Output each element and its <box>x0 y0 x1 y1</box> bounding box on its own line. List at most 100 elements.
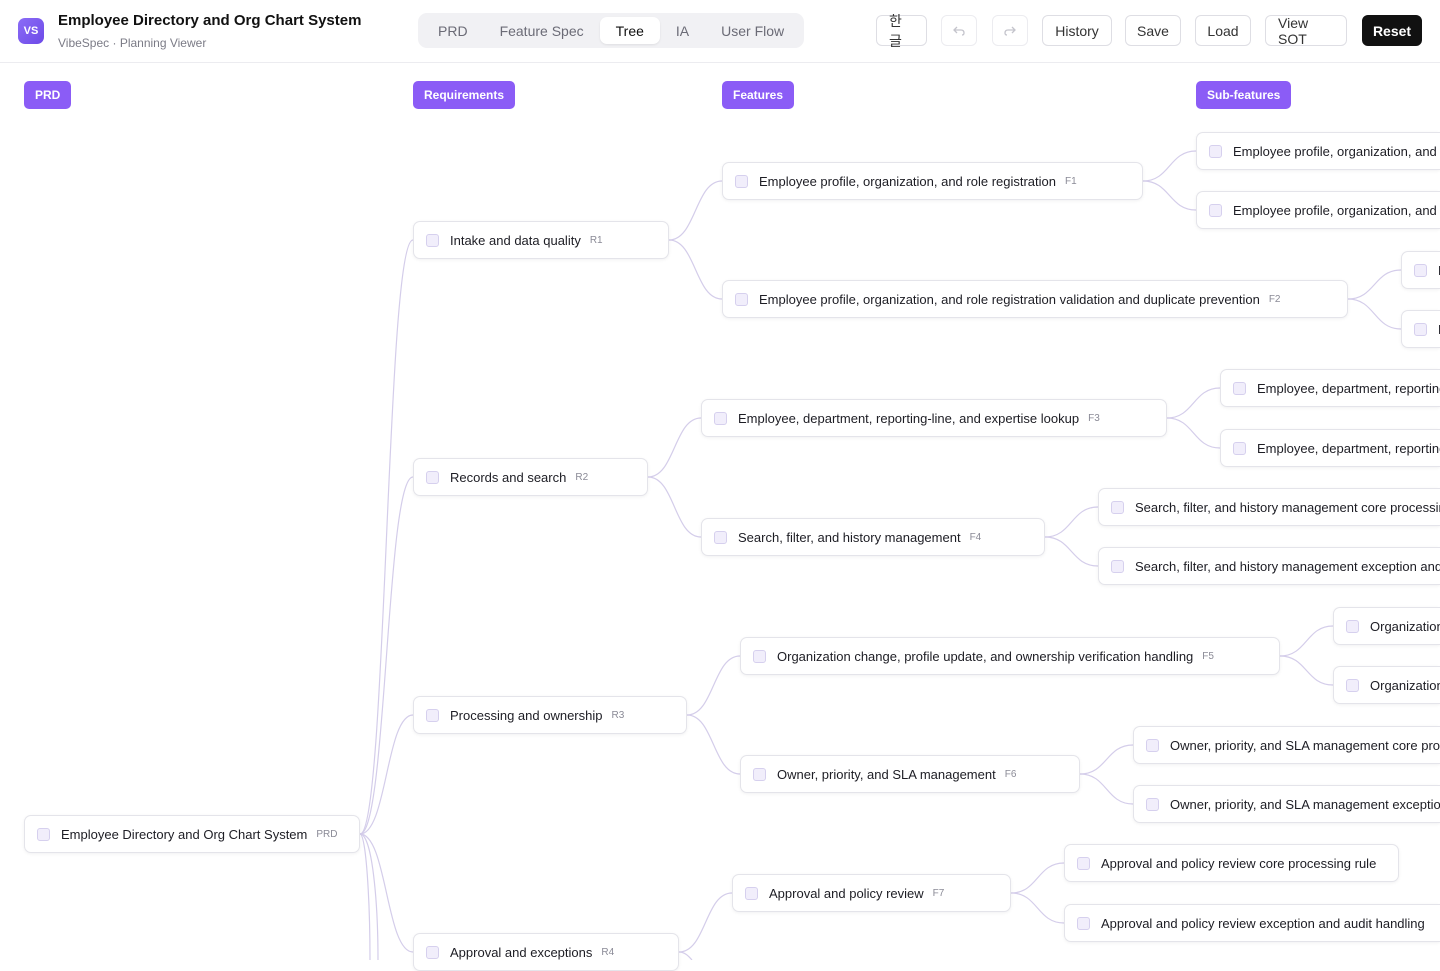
view-tabs: PRD Feature Spec Tree IA User Flow <box>418 13 805 48</box>
node-checkbox[interactable] <box>753 649 766 663</box>
node-label: Employee profile, organization, and r <box>1233 202 1440 218</box>
redo-arrow-icon <box>1004 26 1016 36</box>
node-label: Processing and ownership <box>450 707 603 723</box>
tree-node-requirement[interactable]: Approval and exceptions R4 <box>413 933 679 971</box>
tree-node-feature[interactable]: Employee, department, reporting-line, an… <box>701 399 1167 437</box>
tree-node-feature[interactable]: Search, filter, and history management F… <box>701 518 1045 556</box>
node-checkbox[interactable] <box>1209 203 1222 217</box>
node-label: Organization <box>1370 677 1440 693</box>
node-checkbox[interactable] <box>1346 619 1359 633</box>
node-label: Search, filter, and history management <box>738 529 961 545</box>
tree-node-subfeature[interactable]: E <box>1401 251 1440 289</box>
node-label: Approval and policy review <box>769 885 924 901</box>
node-code: F5 <box>1202 650 1214 662</box>
node-code: F1 <box>1065 175 1077 187</box>
node-checkbox[interactable] <box>753 767 766 781</box>
tree-node-subfeature[interactable]: Organization <box>1333 607 1440 645</box>
node-checkbox[interactable] <box>1077 916 1090 930</box>
node-checkbox[interactable] <box>1111 559 1124 573</box>
node-checkbox[interactable] <box>1146 797 1159 811</box>
tree-node-requirement[interactable]: Processing and ownership R3 <box>413 696 687 734</box>
tree-node-requirement[interactable]: Records and search R2 <box>413 458 648 496</box>
node-checkbox[interactable] <box>735 292 748 306</box>
node-label: Search, filter, and history management c… <box>1135 499 1440 515</box>
node-checkbox[interactable] <box>745 886 758 900</box>
node-label: Owner, priority, and SLA management exce… <box>1170 796 1440 812</box>
column-label-requirements: Requirements <box>413 81 516 109</box>
node-checkbox[interactable] <box>37 827 50 841</box>
node-code: F4 <box>969 531 982 543</box>
node-checkbox[interactable] <box>426 470 439 484</box>
node-code: PRD <box>316 828 338 840</box>
tree-node-subfeature[interactable]: Approval and policy review core processi… <box>1064 844 1399 882</box>
tab-ia[interactable]: IA <box>660 17 705 44</box>
language-toggle-button[interactable]: 한글 <box>876 13 927 49</box>
tree-node-subfeature[interactable]: Employee profile, organization, and r <box>1196 191 1440 229</box>
tree-node-subfeature[interactable]: Employee, department, reporting <box>1220 429 1440 467</box>
node-checkbox[interactable] <box>1233 381 1246 395</box>
node-code: R3 <box>611 709 625 721</box>
node-checkbox[interactable] <box>714 411 727 425</box>
tree-node-subfeature[interactable]: E <box>1401 310 1440 348</box>
tree-node-feature[interactable]: Organization change, profile update, and… <box>740 637 1280 675</box>
node-label: Employee profile, organization, and role… <box>759 291 1260 307</box>
node-checkbox[interactable] <box>426 945 439 959</box>
app-subtitle: VibeSpec · Planning Viewer <box>58 36 207 50</box>
tab-feature-spec[interactable]: Feature Spec <box>484 17 600 44</box>
save-button[interactable]: Save <box>1125 15 1181 46</box>
node-checkbox[interactable] <box>1209 144 1222 158</box>
tab-user-flow[interactable]: User Flow <box>705 17 800 44</box>
tab-tree[interactable]: Tree <box>599 17 660 44</box>
history-button[interactable]: History <box>1042 15 1112 46</box>
tree-node-subfeature[interactable]: Owner, priority, and SLA management exce… <box>1133 785 1440 823</box>
tree-node-subfeature[interactable]: Employee, department, reporting <box>1220 369 1440 407</box>
tree-node-prd[interactable]: Employee Directory and Org Chart System … <box>24 815 360 853</box>
load-button[interactable]: Load <box>1195 15 1251 46</box>
tab-prd[interactable]: PRD <box>422 17 484 44</box>
node-checkbox[interactable] <box>1146 738 1159 752</box>
node-label: Approval and policy review core processi… <box>1101 855 1377 871</box>
node-code: R1 <box>589 234 603 246</box>
tree-node-feature[interactable]: Owner, priority, and SLA management F6 <box>740 755 1080 793</box>
node-checkbox[interactable] <box>1233 441 1246 455</box>
undo-button[interactable] <box>941 15 977 46</box>
app-header: VS Employee Directory and Org Chart Syst… <box>0 0 1440 63</box>
node-label: Employee Directory and Org Chart System <box>61 826 308 842</box>
tree-node-subfeature[interactable]: Search, filter, and history management e… <box>1098 547 1440 585</box>
node-checkbox[interactable] <box>1346 678 1359 692</box>
node-label: Employee, department, reporting-line, an… <box>738 410 1080 426</box>
view-sot-button[interactable]: View SOT <box>1265 15 1347 47</box>
node-checkbox[interactable] <box>426 708 439 722</box>
tree-node-feature[interactable]: Employee profile, organization, and role… <box>722 162 1143 200</box>
node-code: R2 <box>575 471 589 483</box>
node-checkbox[interactable] <box>1077 856 1090 870</box>
node-label: Owner, priority, and SLA management core… <box>1170 737 1440 753</box>
node-label: Organization change, profile update, and… <box>777 648 1194 664</box>
node-checkbox[interactable] <box>426 233 439 247</box>
tree-node-feature[interactable]: Approval and policy review F7 <box>732 874 1011 912</box>
node-label: Approval and policy review exception and… <box>1101 915 1425 931</box>
node-code: F3 <box>1088 412 1100 424</box>
tree-node-subfeature[interactable]: Organization <box>1333 666 1440 704</box>
tree-node-subfeature[interactable]: Employee profile, organization, and r <box>1196 132 1440 170</box>
node-checkbox[interactable] <box>1414 322 1427 336</box>
node-checkbox[interactable] <box>1111 500 1124 514</box>
tree-node-subfeature[interactable]: Search, filter, and history management c… <box>1098 488 1440 526</box>
tree-node-subfeature[interactable]: Approval and policy review exception and… <box>1064 904 1440 942</box>
node-checkbox[interactable] <box>714 530 727 544</box>
reset-button[interactable]: Reset <box>1362 15 1422 46</box>
node-label: Approval and exceptions <box>450 944 593 960</box>
tree-node-requirement[interactable]: Intake and data quality R1 <box>413 221 669 259</box>
redo-button[interactable] <box>992 15 1028 46</box>
node-label: Intake and data quality <box>450 232 581 248</box>
node-checkbox[interactable] <box>1414 263 1427 277</box>
node-label: Search, filter, and history management e… <box>1135 558 1440 574</box>
column-label-subfeatures: Sub-features <box>1196 81 1292 109</box>
column-label-features: Features <box>722 81 795 109</box>
node-checkbox[interactable] <box>735 174 748 188</box>
tree-node-feature[interactable]: Employee profile, organization, and role… <box>722 280 1348 318</box>
tree-node-subfeature[interactable]: Owner, priority, and SLA management core… <box>1133 726 1440 764</box>
node-code: F2 <box>1268 293 1281 305</box>
node-code: F6 <box>1004 768 1017 780</box>
app-title: Employee Directory and Org Chart System <box>58 12 362 29</box>
